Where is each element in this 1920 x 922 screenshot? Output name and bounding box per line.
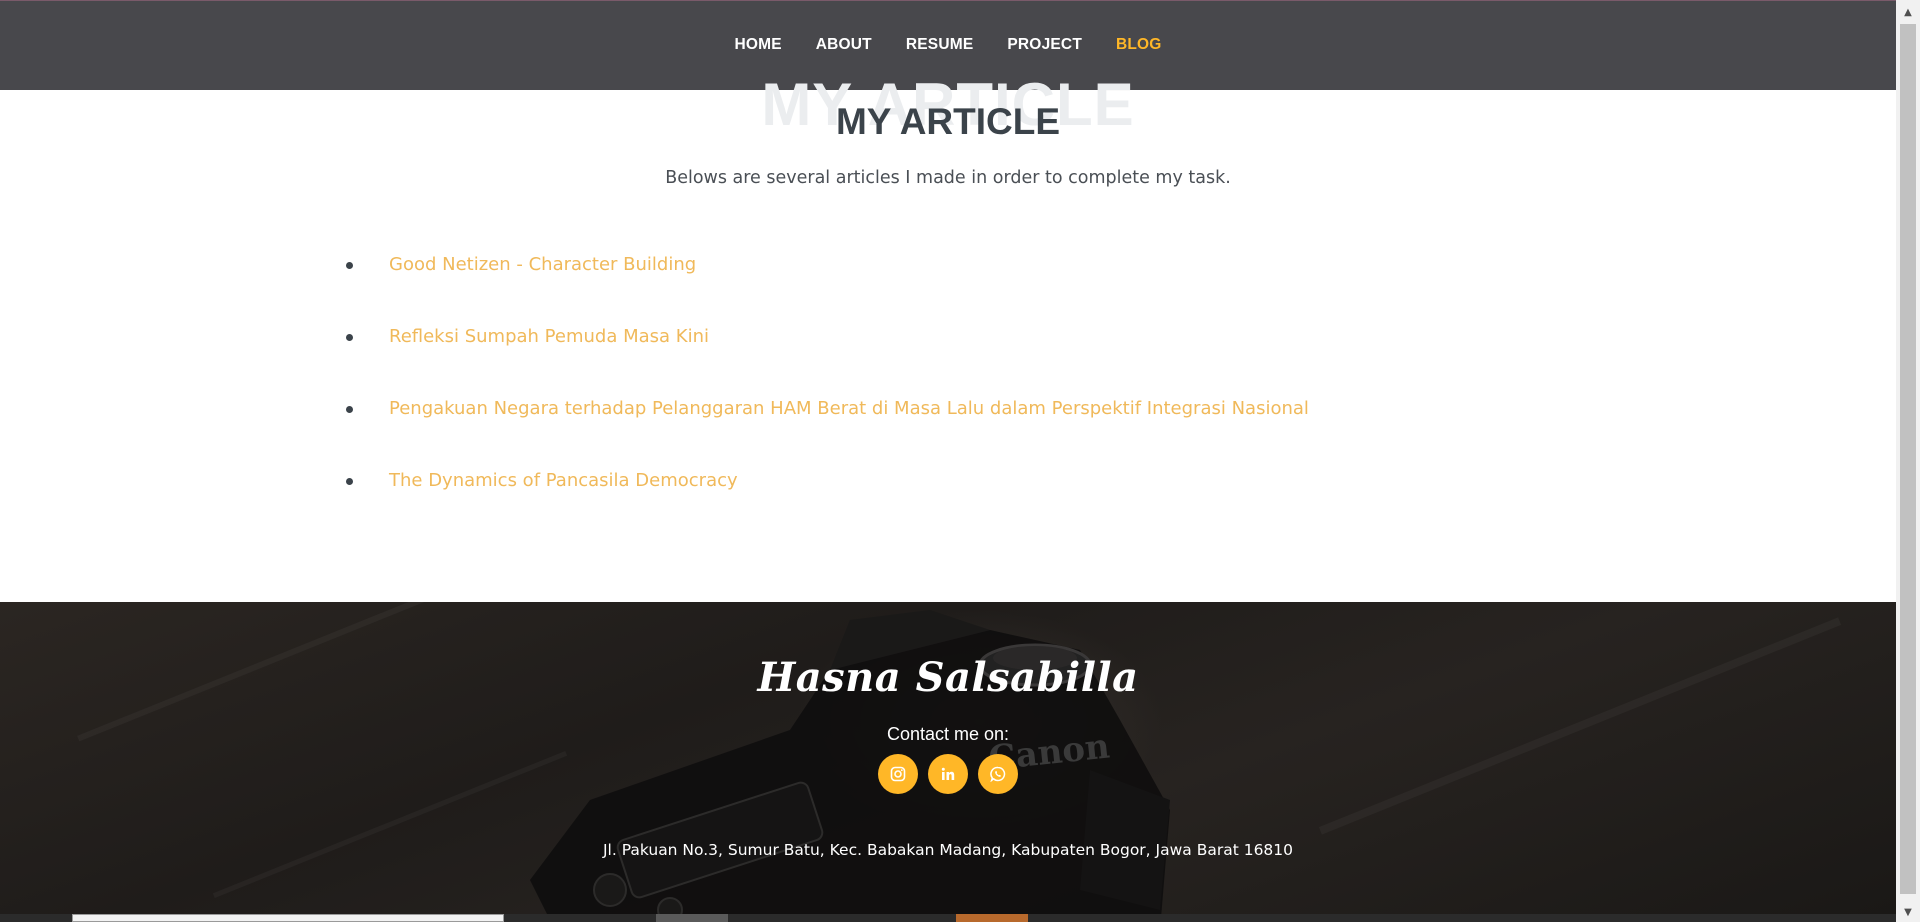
footer: Canon Hasna Salsabilla Contact me on: Jl — [0, 602, 1896, 922]
whatsapp-button[interactable] — [978, 754, 1018, 794]
scroll-thumb[interactable] — [1900, 24, 1916, 894]
footer-brand: Hasna Salsabilla — [757, 654, 1139, 701]
social-links — [0, 754, 1896, 794]
nav-about-link[interactable]: ABOUT — [799, 36, 889, 54]
article-link[interactable]: The Dynamics of Pancasila Democracy — [389, 470, 738, 491]
instagram-button[interactable] — [878, 754, 918, 794]
article-link[interactable]: Refleksi Sumpah Pemuda Masa Kini — [389, 326, 709, 347]
article-link[interactable]: Pengakuan Negara terhadap Pelanggaran HA… — [389, 398, 1309, 419]
instagram-icon — [890, 766, 906, 782]
nav-home-link[interactable]: HOME — [717, 36, 798, 54]
list-item: Pengakuan Negara terhadap Pelanggaran HA… — [344, 389, 1309, 461]
section-subtitle: Belows are several articles I made in or… — [665, 168, 1231, 188]
nav-blog-link[interactable]: BLOG — [1099, 36, 1179, 54]
list-item: Good Netizen - Character Building — [344, 245, 1309, 317]
section-title: MY ARTICLE — [835, 101, 1061, 142]
bullet-icon — [346, 334, 353, 341]
scroll-up-icon[interactable]: ▲ — [1896, 4, 1920, 22]
footer-address: Jl. Pakuan No.3, Sumur Batu, Kec. Babaka… — [602, 841, 1294, 859]
bottom-strip — [0, 914, 1896, 922]
bullet-icon — [346, 262, 353, 269]
main-nav: HOME ABOUT RESUME PROJECT BLOG — [717, 36, 1178, 54]
bullet-icon — [346, 406, 353, 413]
nav-project-link[interactable]: PROJECT — [990, 36, 1099, 54]
list-item: The Dynamics of Pancasila Democracy — [344, 461, 1309, 533]
list-item: Refleksi Sumpah Pemuda Masa Kini — [344, 317, 1309, 389]
bullet-icon — [346, 478, 353, 485]
page-scrollbar[interactable]: ▲ ▼ — [1896, 0, 1920, 922]
bottom-tab-active — [956, 914, 1028, 922]
linkedin-icon — [941, 767, 955, 780]
scroll-down-icon[interactable]: ▼ — [1896, 904, 1920, 922]
linkedin-button[interactable] — [928, 754, 968, 794]
bottom-tab — [656, 914, 728, 922]
article-link[interactable]: Good Netizen - Character Building — [389, 254, 696, 275]
bottom-search-box[interactable] — [72, 914, 504, 922]
article-list: Good Netizen - Character Building Reflek… — [344, 245, 1309, 533]
whatsapp-icon — [990, 766, 1006, 782]
nav-resume-link[interactable]: RESUME — [889, 36, 991, 54]
contact-label: Contact me on: — [886, 724, 1010, 744]
